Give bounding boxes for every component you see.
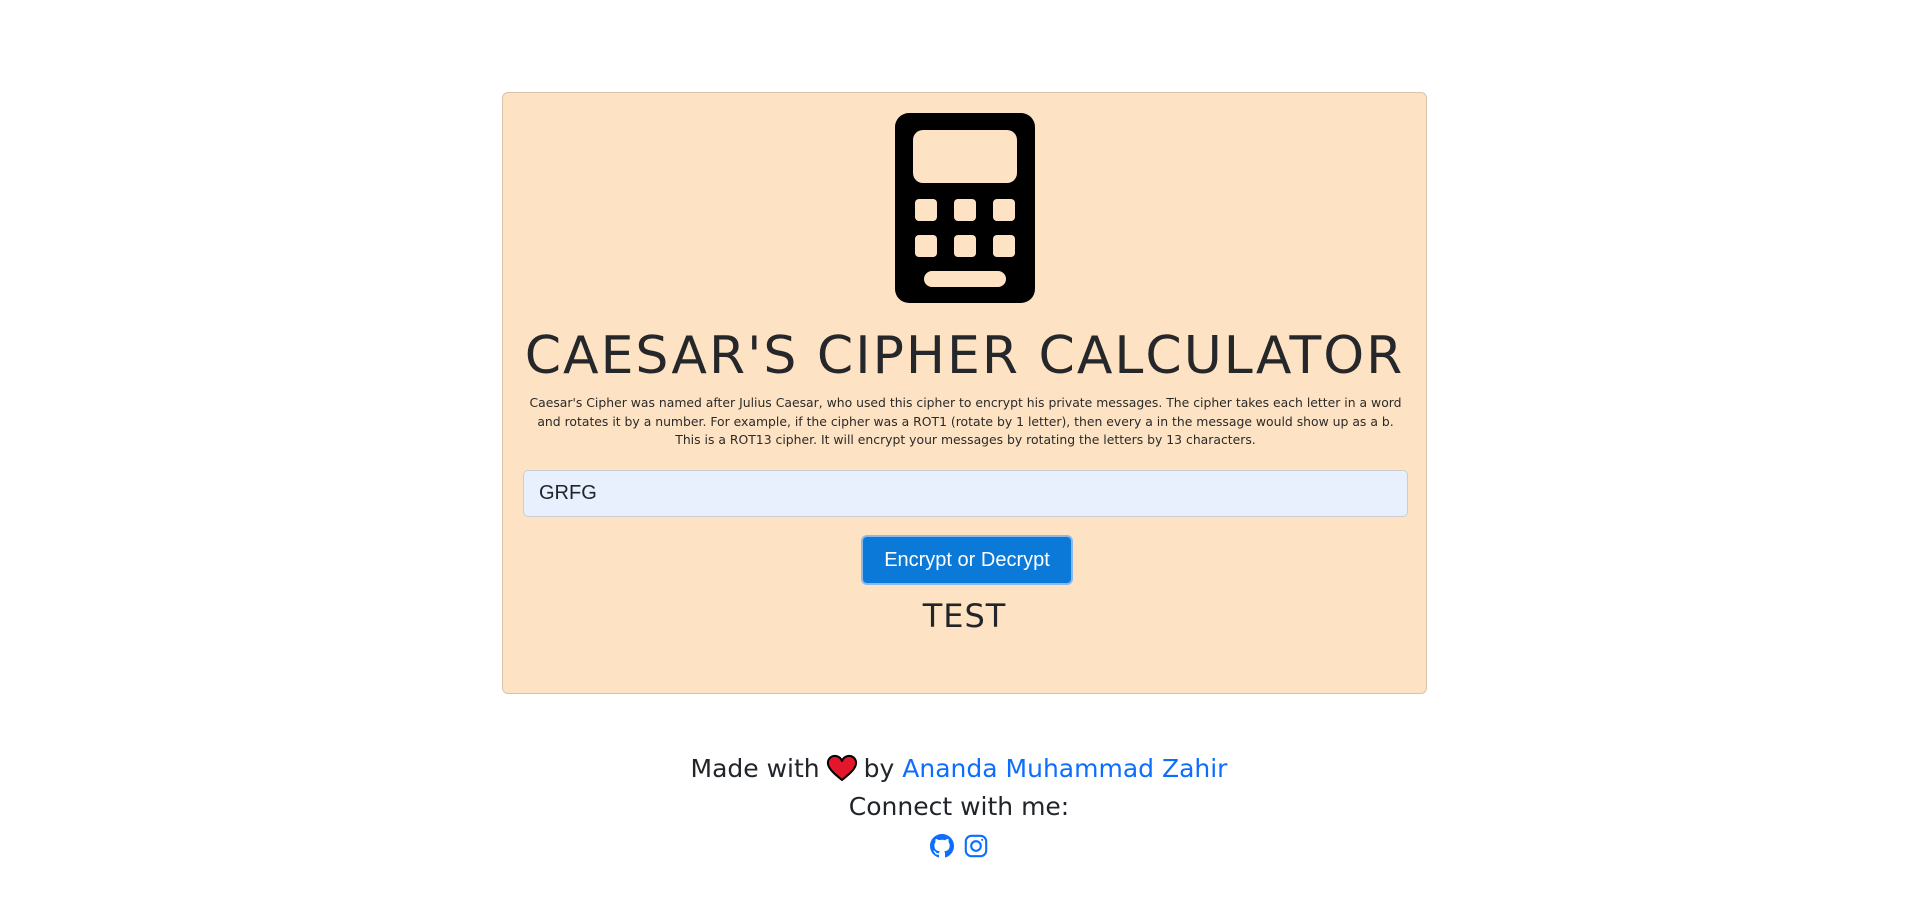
made-with-text: Made with: [690, 754, 820, 783]
page-title: CAESAR'S CIPHER CALCULATOR: [524, 326, 1405, 386]
instagram-link[interactable]: [964, 834, 988, 858]
social-links: [0, 834, 1918, 860]
github-icon: [930, 834, 955, 858]
cipher-card: CAESAR'S CIPHER CALCULATOR Caesar's Ciph…: [502, 92, 1427, 694]
message-input[interactable]: [523, 470, 1408, 517]
author-link[interactable]: Ananda Muhammad Zahir: [902, 754, 1227, 783]
instagram-icon: [964, 834, 987, 858]
footer: Made with by Ananda Muhammad Zahir Conne…: [0, 750, 1918, 860]
result-output: TEST: [922, 597, 1007, 635]
calculator-icon: [895, 113, 1035, 303]
cipher-description: Caesar's Cipher was named after Julius C…: [529, 395, 1402, 447]
encrypt-decrypt-button[interactable]: Encrypt or Decrypt: [861, 535, 1073, 585]
by-text: by: [863, 754, 895, 783]
connect-with-me: Connect with me:: [848, 792, 1070, 821]
github-link[interactable]: [930, 834, 955, 858]
heart-icon: [826, 754, 857, 781]
made-with-line: Made with by Ananda Muhammad Zahir: [0, 750, 1918, 788]
